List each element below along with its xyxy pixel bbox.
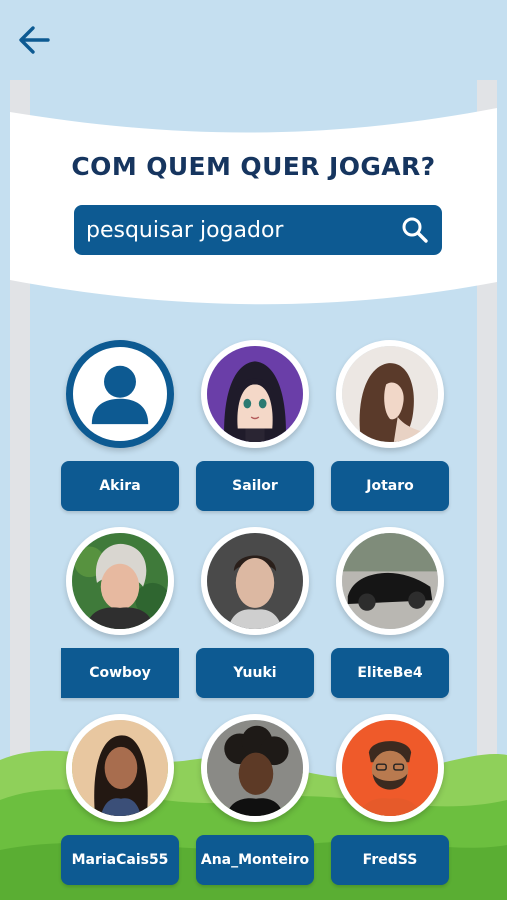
- anime-girl-avatar[interactable]: [201, 340, 309, 448]
- player-card: Cowboy: [61, 527, 179, 698]
- player-card: Akira: [61, 340, 179, 511]
- player-button-mariacais55[interactable]: MariaCais55: [61, 835, 179, 885]
- player-button-sailor[interactable]: Sailor: [196, 461, 314, 511]
- search-bar: [74, 205, 442, 255]
- smiling-woman-photo-avatar[interactable]: [66, 714, 174, 822]
- player-button-akira[interactable]: Akira: [61, 461, 179, 511]
- player-card: FredSS: [331, 714, 449, 885]
- curly-hair-woman-photo-avatar[interactable]: [201, 714, 309, 822]
- player-card: MariaCais55: [61, 714, 179, 885]
- black-car-photo-avatar[interactable]: [336, 527, 444, 635]
- player-button-jotaro[interactable]: Jotaro: [331, 461, 449, 511]
- player-card: Jotaro: [331, 340, 449, 511]
- search-input[interactable]: [84, 216, 398, 244]
- page-title: COM QUEM QUER JOGAR?: [71, 152, 436, 181]
- young-man-photo-avatar[interactable]: [201, 527, 309, 635]
- arrow-left-icon: [19, 26, 50, 54]
- player-card: Ana_Monteiro: [196, 714, 314, 885]
- player-card: Yuuki: [196, 527, 314, 698]
- elderly-woman-photo-avatar[interactable]: [66, 527, 174, 635]
- player-button-yuuki[interactable]: Yuuki: [196, 648, 314, 698]
- back-button[interactable]: [14, 20, 54, 60]
- woman-photo-avatar[interactable]: [336, 340, 444, 448]
- player-button-ana-monteiro[interactable]: Ana_Monteiro: [196, 835, 314, 885]
- player-button-elitebe4[interactable]: EliteBe4: [331, 648, 449, 698]
- cartoon-bearded-man-avatar[interactable]: [336, 714, 444, 822]
- player-button-fredss[interactable]: FredSS: [331, 835, 449, 885]
- player-card: Sailor: [196, 340, 314, 511]
- player-card: EliteBe4: [331, 527, 449, 698]
- search-icon[interactable]: [398, 213, 432, 247]
- default-user-icon[interactable]: [66, 340, 174, 448]
- player-button-cowboy[interactable]: Cowboy: [61, 648, 179, 698]
